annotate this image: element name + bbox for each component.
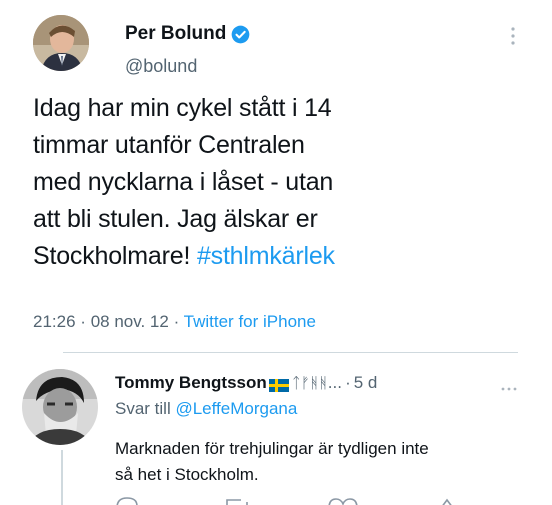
hashtag-link[interactable]: #sthlmkärlek	[197, 242, 335, 270]
reply-action-bar	[115, 496, 495, 505]
tweet-text-line: att bli stulen. Jag älskar er	[33, 205, 318, 233]
meta-separator: ·	[80, 312, 86, 331]
share-action-icon	[442, 498, 452, 505]
reply-author-name[interactable]: Tommy Bengtsson	[115, 373, 267, 393]
retweet-action-icon	[226, 499, 248, 505]
reply-to-label: Svar till	[115, 399, 176, 418]
reply-text: Marknaden för trehjulingar är tydligen i…	[115, 436, 545, 488]
tweet-text-line-last: Stockholmare! #sthlmkärlek	[33, 238, 533, 275]
like-action-icon	[328, 498, 358, 505]
divider	[63, 352, 518, 353]
reply-to-handle[interactable]: @LeffeMorgana	[175, 399, 297, 418]
tweet-text-line: timmar utanför Centralen	[33, 131, 305, 159]
reply-to-line: Svar till @LeffeMorgana	[115, 399, 297, 419]
thread-line	[61, 450, 63, 505]
author-name-row[interactable]: Per Bolund	[125, 22, 250, 46]
author-handle[interactable]: @bolund	[125, 56, 197, 77]
tweet-meta: 21:26 · 08 nov. 12 · Twitter for iPhone	[33, 312, 316, 332]
swedish-flag-icon	[268, 377, 289, 392]
tweet-text-line: Idag har min cykel stått i 14	[33, 94, 332, 122]
reply-separator: ·	[345, 373, 351, 392]
reply-name-suffix: ᛏᚠᚻᚻ...	[291, 374, 343, 392]
author-name[interactable]: Per Bolund	[125, 23, 226, 45]
reply-avatar[interactable]	[22, 369, 98, 445]
reply-text-line: Marknaden för trehjulingar är tydligen i…	[115, 439, 429, 458]
reply-text-line: så het i Stockholm.	[115, 465, 259, 484]
tweet-time[interactable]: 21:26	[33, 312, 76, 331]
more-horizontal-icon[interactable]	[500, 379, 518, 391]
tweet-text-line: med nycklarna i låset - utan	[33, 168, 334, 196]
verified-badge-icon	[231, 25, 250, 44]
reply-age[interactable]: 5 d	[354, 373, 378, 393]
more-vertical-icon[interactable]	[510, 26, 516, 46]
tweet-text-line: Stockholmare!	[33, 242, 197, 270]
tweet-date[interactable]: 08 nov. 12	[91, 312, 169, 331]
reply-avatar-image	[22, 369, 98, 445]
author-avatar[interactable]	[33, 15, 89, 71]
tweet-text: Idag har min cykel stått i 14 timmar uta…	[33, 90, 533, 275]
meta-separator: ·	[173, 312, 180, 331]
author-avatar-image	[33, 15, 89, 71]
tweet-source[interactable]: Twitter for iPhone	[184, 312, 316, 331]
reply-header: Tommy Bengtsson ᛏᚠᚻᚻ... · 5 d	[115, 372, 377, 394]
reply-action-icon	[116, 497, 138, 505]
